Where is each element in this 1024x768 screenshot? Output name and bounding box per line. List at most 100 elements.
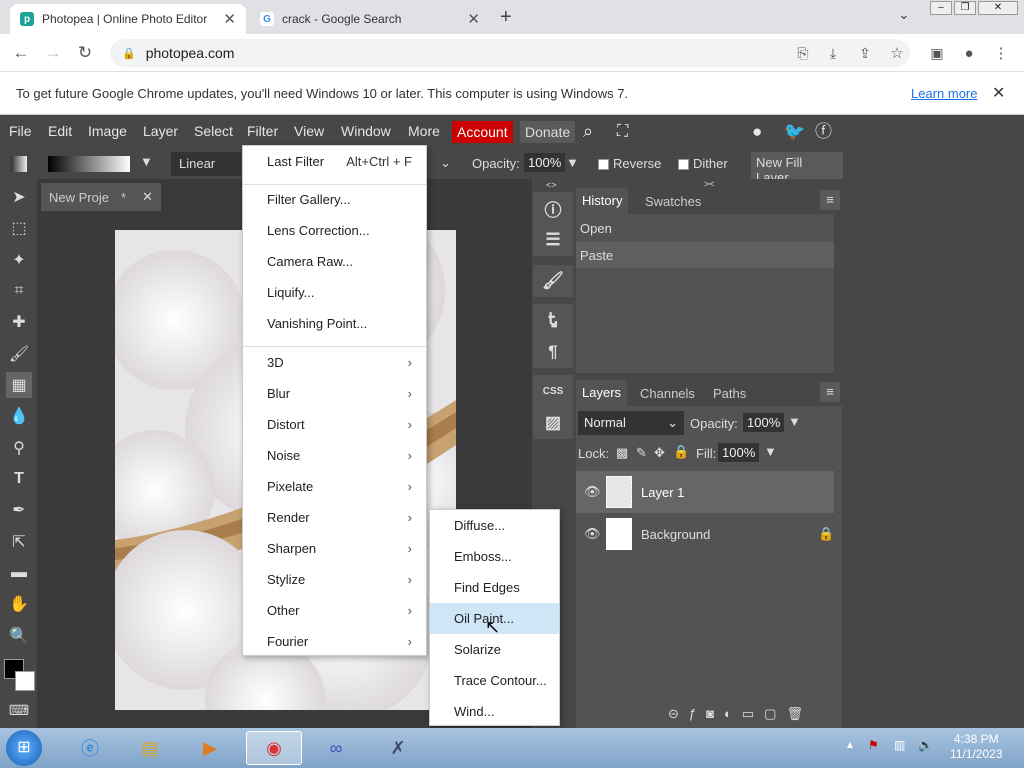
menu-layer[interactable]: Layer [143, 115, 178, 148]
magic-wand-tool-icon[interactable]: ✦ [6, 247, 32, 273]
close-notification-icon[interactable]: ✕ [992, 83, 1005, 103]
layer-mask-icon[interactable]: ◙ [706, 706, 724, 721]
menu-image[interactable]: Image [88, 115, 127, 148]
fullscreen-icon[interactable]: ⛶ [617, 115, 628, 148]
menu-item-sharpen[interactable]: Sharpen › [243, 533, 426, 564]
tray-expand-icon[interactable]: ▲ [845, 740, 855, 751]
move-tool-icon[interactable]: ➤ [6, 184, 32, 210]
start-button-icon[interactable]: ⊞ [6, 730, 42, 766]
menu-item-diffuse[interactable]: Diffuse... [430, 510, 559, 541]
delete-layer-icon[interactable]: 🗑 [786, 706, 813, 721]
account-button[interactable]: Account [452, 121, 513, 143]
gradient-dropdown-icon[interactable]: ▼ [140, 154, 153, 169]
bookmark-star-icon[interactable]: ☆ [884, 40, 910, 66]
menu-item-3d[interactable]: 3D › [243, 347, 426, 378]
tab-photopea[interactable]: p Photopea | Online Photo Editor ✕ [10, 4, 246, 34]
layers-menu-icon[interactable]: ≡ [820, 382, 840, 402]
menu-item-blur[interactable]: Blur › [243, 378, 426, 409]
reload-icon[interactable]: ↻ [72, 40, 98, 66]
menu-item-vanishing-point[interactable]: Vanishing Point... [243, 308, 426, 339]
menu-item-trace-contour[interactable]: Trace Contour... [430, 665, 559, 696]
css-button[interactable]: CSS [533, 375, 573, 407]
menu-item-lens-correction[interactable]: Lens Correction... [243, 215, 426, 246]
share-icon[interactable]: ⎘ [790, 40, 816, 66]
gradient-preview[interactable] [48, 156, 130, 172]
lock-pixels-icon[interactable]: ✎ [636, 445, 647, 461]
info-icon[interactable]: ⓘ [533, 192, 573, 224]
menu-item-other[interactable]: Other › [243, 595, 426, 626]
media-player-icon[interactable]: ▶ [182, 731, 238, 765]
character-icon[interactable]: Ꮏ [533, 304, 573, 336]
menu-item-filter-gallery[interactable]: Filter Gallery... [243, 184, 426, 215]
back-icon[interactable]: ← [8, 40, 34, 66]
quick-mask-icon[interactable]: ⌨ [6, 697, 32, 723]
tab-channels[interactable]: Channels [640, 386, 695, 401]
gradient-tool-icon[interactable]: ▦ [6, 372, 32, 398]
layer-effects-icon[interactable]: ƒ [689, 706, 706, 721]
menu-more[interactable]: More [408, 115, 440, 148]
tab-paths[interactable]: Paths [713, 386, 746, 401]
paragraph-icon[interactable]: ¶ [533, 336, 573, 368]
side-panel-icon[interactable]: ▣ [924, 40, 950, 66]
twitter-icon[interactable]: 🐦 [784, 115, 805, 148]
brush-settings-icon[interactable]: 🖌 [533, 265, 573, 297]
donate-button[interactable]: Donate [520, 121, 576, 143]
send-icon[interactable]: ⇪ [852, 40, 878, 66]
new-tab-button[interactable]: + [500, 6, 512, 29]
collapse-panels-icon[interactable]: <> [546, 180, 557, 190]
hand-tool-icon[interactable]: ✋ [6, 591, 32, 617]
menu-item-find-edges[interactable]: Find Edges [430, 572, 559, 603]
opacity-arrow-icon[interactable]: ▼ [566, 155, 579, 170]
menu-item-emboss[interactable]: Emboss... [430, 541, 559, 572]
history-item[interactable]: Paste [576, 242, 834, 268]
menu-filter[interactable]: Filter [247, 115, 278, 148]
healing-tool-icon[interactable]: ✚ [6, 309, 32, 335]
pen-tool-icon[interactable]: ✒ [6, 497, 32, 523]
forward-icon[interactable]: → [40, 40, 66, 66]
menu-view[interactable]: View [294, 115, 324, 148]
history-item[interactable]: Open [580, 221, 612, 236]
lock-position-icon[interactable]: ✥ [654, 445, 665, 461]
marquee-tool-icon[interactable]: ⬚ [6, 215, 32, 241]
tray-network-icon[interactable]: ▥ [894, 738, 905, 752]
system-clock[interactable]: 4:38 PM 11/1/2023 [950, 732, 1003, 762]
gradient-type-arrow-icon[interactable]: ⌄ [440, 155, 451, 171]
menu-item-pixelate[interactable]: Pixelate › [243, 471, 426, 502]
chrome-taskbar-icon[interactable]: ◉ [246, 731, 302, 765]
menu-item-camera-raw[interactable]: Camera Raw... [243, 246, 426, 277]
tab-history[interactable]: History [576, 188, 629, 214]
blend-mode-select[interactable]: Normal ⌄ [578, 411, 684, 435]
internet-explorer-icon[interactable]: ⓔ [62, 731, 118, 765]
menu-item-last-filter[interactable]: Last Filter Alt+Ctrl + F [243, 146, 426, 177]
tray-volume-icon[interactable]: 🔈 [918, 738, 933, 752]
crop-tool-icon[interactable]: ⌗ [6, 278, 32, 304]
adjustment-layer-icon[interactable]: ◐ [724, 706, 742, 721]
shape-tool-icon[interactable]: ▬ [6, 560, 32, 586]
facebook-icon[interactable]: ⓕ [815, 115, 832, 148]
tray-flag-icon[interactable]: ⚑ [868, 738, 879, 752]
tab-layers[interactable]: Layers [576, 380, 628, 406]
path-select-tool-icon[interactable]: ⇱ [6, 529, 32, 555]
learn-more-link[interactable]: Learn more [911, 86, 977, 101]
close-document-icon[interactable]: ✕ [142, 189, 153, 205]
lock-all-icon[interactable]: 🔒 [673, 444, 689, 460]
close-tab-icon[interactable]: ✕ [223, 10, 236, 28]
layer-opacity-input[interactable]: 100% [743, 413, 785, 432]
menu-select[interactable]: Select [194, 115, 233, 148]
blur-tool-icon[interactable]: 💧 [6, 403, 32, 429]
menu-item-render[interactable]: Render › [243, 502, 426, 533]
background-color-swatch[interactable] [15, 671, 35, 691]
type-tool-icon[interactable]: T [6, 466, 32, 492]
tab-swatches[interactable]: Swatches [645, 194, 701, 209]
reddit-icon[interactable]: ● [752, 115, 762, 148]
search-icon[interactable]: ⌕ [583, 115, 593, 148]
menu-item-solarize[interactable]: Solarize [430, 634, 559, 665]
menu-window[interactable]: Window [341, 115, 391, 148]
adjustments-icon[interactable]: ☰ [533, 224, 573, 256]
dither-checkbox[interactable]: Dither [678, 156, 728, 171]
menu-kebab-icon[interactable]: ⋮ [988, 40, 1014, 66]
layer-row[interactable]: 👁 Background 🔒 [576, 513, 834, 555]
lock-transparency-icon[interactable]: ▩ [616, 445, 628, 461]
menu-item-noise[interactable]: Noise › [243, 440, 426, 471]
visibility-eye-icon[interactable]: 👁 [584, 484, 601, 500]
